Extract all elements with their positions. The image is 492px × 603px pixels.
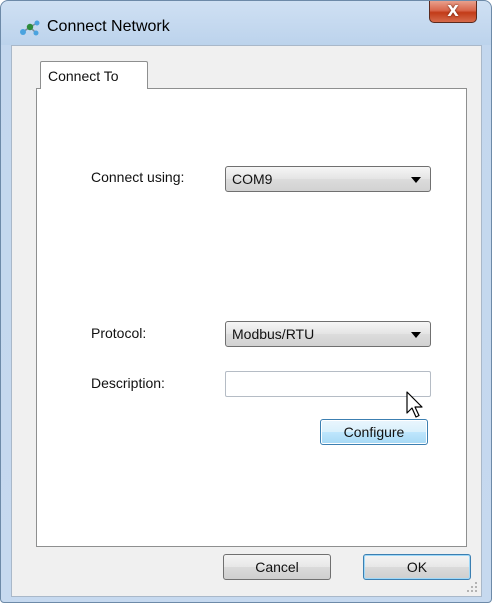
close-button[interactable]: X <box>429 1 477 23</box>
chevron-down-icon <box>411 177 421 183</box>
chevron-down-icon <box>411 332 421 338</box>
mouse-pointer-icon <box>406 391 423 418</box>
ok-button[interactable]: OK <box>363 554 471 580</box>
connect-using-label: Connect using: <box>91 169 185 185</box>
protocol-label: Protocol: <box>91 325 147 341</box>
configure-button-label: Configure <box>343 424 405 440</box>
resize-grip-icon[interactable] <box>466 581 478 593</box>
dialog-client-area: Connect To Connect using: COM9 Protocol:… <box>11 45 482 597</box>
tab-connect-to[interactable]: Connect To <box>40 61 148 89</box>
configure-button[interactable]: Configure <box>320 419 428 445</box>
network-icon <box>20 20 40 36</box>
description-field[interactable] <box>225 371 431 397</box>
cancel-button-label: Cancel <box>255 559 299 575</box>
tab-label: Connect To <box>48 67 119 84</box>
protocol-select[interactable]: Modbus/RTU <box>225 321 431 347</box>
cancel-button[interactable]: Cancel <box>223 554 331 580</box>
connect-using-select[interactable]: COM9 <box>225 166 431 192</box>
close-icon: X <box>447 2 459 20</box>
tab-panel-connect-to: Connect using: COM9 Protocol: Modbus/RTU… <box>36 88 467 547</box>
connect-using-value: COM9 <box>232 171 273 187</box>
window-title: Connect Network <box>47 18 170 35</box>
ok-button-label: OK <box>406 559 428 575</box>
title-bar[interactable]: Connect Network X <box>1 1 491 45</box>
protocol-value: Modbus/RTU <box>232 326 315 342</box>
description-label: Description: <box>91 375 165 391</box>
connect-network-dialog: Connect Network X Connect To Connect usi… <box>0 0 492 603</box>
